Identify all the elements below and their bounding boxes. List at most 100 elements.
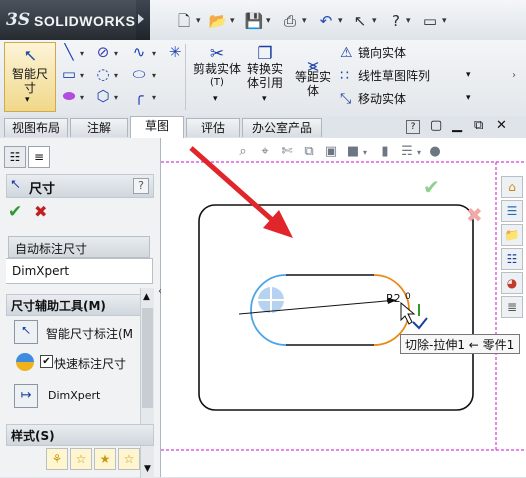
trim-dropdown-icon[interactable]: ▾ [213, 94, 218, 104]
ribbon-overflow-icon[interactable]: › [512, 70, 516, 81]
rectangle-dropdown-icon[interactable]: ▾ [80, 71, 84, 80]
print-icon[interactable]: ⎙ [280, 12, 300, 30]
dimension-assist-section[interactable]: 尺寸辅助工具(M) [6, 294, 154, 316]
add-style-icon[interactable]: ☆ [70, 448, 92, 470]
mirror-entities-button[interactable]: ⚠ 镜向实体 [340, 44, 510, 62]
dimxpert-tab-label: DimXpert [12, 264, 70, 278]
command-tabs: 视图布局 注解 草图 评估 办公室产品 ? ▢ ▁ ⧉ ✕ [0, 116, 526, 138]
new-file-icon[interactable]: 🗋 [174, 12, 194, 30]
tab-office-products[interactable]: 办公室产品 [242, 118, 322, 137]
select-dropdown-icon[interactable]: ▾ [372, 16, 380, 26]
polygon-dropdown-icon[interactable]: ▾ [114, 93, 118, 102]
line-dropdown-icon[interactable]: ▾ [80, 49, 84, 58]
point-icon[interactable]: ✳ [166, 44, 184, 60]
panel-scrollbar[interactable]: ▲ [140, 288, 154, 478]
slot-icon[interactable]: ⬬ [60, 88, 78, 104]
help-icon[interactable]: ? [386, 12, 406, 30]
circle-icon[interactable]: ⊘ [94, 44, 112, 60]
rectangle-icon[interactable]: ▭ [60, 66, 78, 82]
move-entities-button[interactable]: ⤡ 移动实体 [340, 90, 510, 108]
scroll-up-icon[interactable]: ▲ [143, 292, 150, 302]
close-icon[interactable]: ✕ [496, 118, 507, 133]
fillet-icon[interactable]: ╭ [130, 88, 148, 104]
feature-tree-tab-icon[interactable]: ☷ [4, 146, 26, 168]
circle-dropdown-icon[interactable]: ▾ [114, 49, 118, 58]
tab-auto-dimension[interactable]: 自动标注尺寸 [8, 236, 150, 258]
dimension-text[interactable]: R2 [386, 292, 401, 305]
quick-dimension-checkbox[interactable]: ✔ [40, 355, 53, 368]
dimxpert-row[interactable]: ↦ DimXpert [14, 384, 142, 410]
sketch-canvas[interactable]: ✔ ✖ [161, 138, 526, 477]
styles-section[interactable]: 样式(S) [6, 424, 154, 446]
undo-icon[interactable]: ↶ [316, 12, 336, 30]
property-manager-tab-icon[interactable]: ≡ [28, 146, 50, 168]
graphics-area[interactable]: ⌕ ⌖ ✄ ⧉ ▣ ■ ▾ ▮ ☴ ▾ ● ✔ ✖ R2 0 切除-拉伸1 ← … [161, 138, 526, 477]
convert-entities-button[interactable]: ❐ 转换实体引用 ▾ [244, 42, 286, 112]
style-apply-icon[interactable]: ⚘ [46, 448, 68, 470]
select-arrow-icon[interactable]: ↖ [350, 12, 370, 30]
dimension-value[interactable]: 0 [405, 292, 411, 302]
polygon-icon[interactable]: ⬡ [94, 88, 112, 104]
smart-dimension-button[interactable]: ⭦ 智能尺寸 ▾ [4, 42, 56, 112]
quick-dimension-row[interactable]: ✔ 快速标注尺寸 [14, 350, 142, 376]
cancel-x-icon[interactable]: ✖ [34, 202, 47, 221]
solidworks-logo[interactable]: 3S SOLIDWORKS [0, 0, 136, 40]
smart-dimension-row[interactable]: ⭦ 智能尺寸标注(M [14, 320, 142, 346]
move-dropdown-icon[interactable]: ▾ [466, 93, 471, 103]
task-pane-tabs: ⌂ ☰ 📁 ☷ ◕ ≣ [501, 176, 525, 326]
save-dropdown-icon[interactable]: ▾ [266, 16, 274, 26]
cancel-x-icon[interactable]: ✖ [466, 203, 483, 227]
save-style-icon[interactable]: ☆ [118, 448, 140, 470]
tab-dimxpert[interactable]: DimXpert [6, 258, 153, 284]
spline-icon[interactable]: ∿ [130, 44, 148, 60]
quick-access-toolbar: 🗋 ▾ 📂 ▾ 💾 ▾ ⎙ ▾ ↶ ▾ ↖ ▾ ? ▾ ▭ ▾ [150, 0, 526, 40]
save-icon[interactable]: 💾 [244, 12, 264, 30]
rebuild-dropdown-icon[interactable]: ▾ [442, 16, 450, 26]
ellipse-icon[interactable]: ⬭ [130, 66, 148, 82]
trim-entities-button[interactable]: ✂ 剪裁实体 (T) ▾ [192, 42, 242, 112]
open-folder-icon[interactable]: 📂 [208, 12, 228, 30]
arc-icon[interactable]: ◌ [94, 66, 112, 82]
ok-check-icon[interactable]: ✔ [8, 202, 22, 222]
offset-entities-button[interactable]: ⪤ 等距实体 [292, 42, 334, 112]
print-dropdown-icon[interactable]: ▾ [302, 16, 310, 26]
undo-dropdown-icon[interactable]: ▾ [338, 16, 346, 26]
view-palette-icon[interactable]: ☷ [501, 248, 523, 270]
viewport-restore-icon[interactable]: ▢ [430, 118, 442, 133]
linear-pattern-button[interactable]: ∷ 线性草图阵列 [340, 67, 510, 85]
line-icon[interactable]: ╲ [60, 44, 78, 60]
smart-dimension-dropdown-icon[interactable]: ▾ [25, 95, 30, 105]
scroll-thumb[interactable] [142, 308, 153, 408]
open-dropdown-icon[interactable]: ▾ [230, 16, 238, 26]
scroll-down-icon[interactable]: ▼ [144, 464, 151, 474]
smart-dimension-icon: ⭦ [24, 47, 36, 67]
convert-dropdown-icon[interactable]: ▾ [262, 94, 267, 104]
delete-style-icon[interactable]: ★ [94, 448, 116, 470]
menu-expand-arrow-icon[interactable] [138, 14, 144, 24]
custom-properties-icon[interactable]: ≣ [501, 296, 523, 318]
panel-tabs: ☷ ≡ [4, 146, 58, 168]
minimize-icon[interactable]: ▁ [452, 118, 462, 133]
tab-evaluate[interactable]: 评估 [186, 118, 240, 137]
confirm-check-icon[interactable]: ✔ [423, 175, 440, 199]
design-library-icon[interactable]: ☰ [501, 200, 523, 222]
ellipse-dropdown-icon[interactable]: ▾ [152, 71, 156, 80]
tile-window-icon[interactable]: ⧉ [474, 118, 483, 133]
spline-dropdown-icon[interactable]: ▾ [152, 49, 156, 58]
help-dropdown-icon[interactable]: ▾ [406, 16, 414, 26]
linear-pattern-dropdown-icon[interactable]: ▾ [466, 70, 471, 80]
tab-view-layout[interactable]: 视图布局 [4, 118, 68, 137]
rebuild-icon[interactable]: ▭ [420, 12, 440, 30]
help-button[interactable]: ? [133, 178, 149, 194]
home-icon[interactable]: ⌂ [501, 176, 523, 198]
fillet-dropdown-icon[interactable]: ▾ [152, 93, 156, 102]
slot-dropdown-icon[interactable]: ▾ [80, 93, 84, 102]
tab-sketch[interactable]: 草图 [130, 116, 184, 138]
new-dropdown-icon[interactable]: ▾ [196, 16, 204, 26]
appearance-icon[interactable]: ◕ [501, 272, 523, 294]
arc-dropdown-icon[interactable]: ▾ [114, 71, 118, 80]
file-explorer-folder-icon[interactable]: 📁 [501, 224, 523, 246]
viewport-help-icon[interactable]: ? [406, 120, 420, 134]
sketch-outer-rectangle[interactable] [198, 204, 474, 411]
tab-annotation[interactable]: 注解 [70, 118, 128, 137]
